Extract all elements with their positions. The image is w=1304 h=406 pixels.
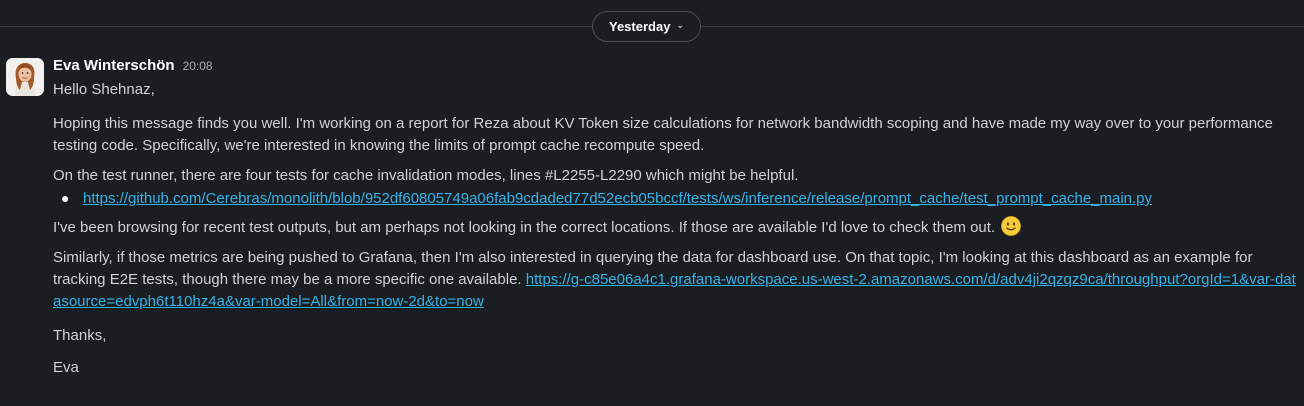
github-link[interactable]: https://github.com/Cerebras/monolith/blo… [83, 188, 1152, 210]
slightly-smiling-face-icon[interactable] [1001, 216, 1022, 236]
sender-name[interactable]: Eva Winterschön [53, 57, 175, 74]
paragraph-2: On the test runner, there are four tests… [53, 167, 799, 184]
date-jump-button[interactable]: Yesterday ⌄ [592, 11, 701, 42]
paragraph-4: Similarly, if those metrics are being pu… [53, 247, 1301, 313]
signoff-text: Eva [53, 359, 79, 376]
date-label: Yesterday [609, 19, 671, 34]
bullet-list: ● https://github.com/Cerebras/monolith/b… [53, 187, 1301, 210]
bullet-icon: ● [61, 190, 70, 206]
message-content: Eva Winterschön 20:08 Hello Shehnaz, Hop… [53, 57, 1301, 387]
paragraph-3: I've been browsing for recent test outpu… [53, 216, 1301, 239]
paragraph-3-text: I've been browsing for recent test outpu… [53, 219, 996, 236]
list-item: ● https://github.com/Cerebras/monolith/b… [61, 187, 1301, 210]
paragraph-1: Hoping this message finds you well. I'm … [53, 115, 1273, 154]
chevron-down-icon: ⌄ [676, 20, 684, 30]
message-body: Hello Shehnaz, Hoping this message finds… [53, 79, 1301, 379]
greeting-text: Hello Shehnaz, [53, 81, 155, 98]
thanks-text: Thanks, [53, 327, 107, 344]
message-item: Eva Winterschön 20:08 Hello Shehnaz, Hop… [0, 52, 1304, 406]
message-timestamp[interactable]: 20:08 [183, 59, 213, 73]
avatar[interactable] [6, 58, 44, 96]
message-header: Eva Winterschön 20:08 [53, 57, 1301, 76]
date-divider: Yesterday ⌄ [0, 0, 1304, 52]
